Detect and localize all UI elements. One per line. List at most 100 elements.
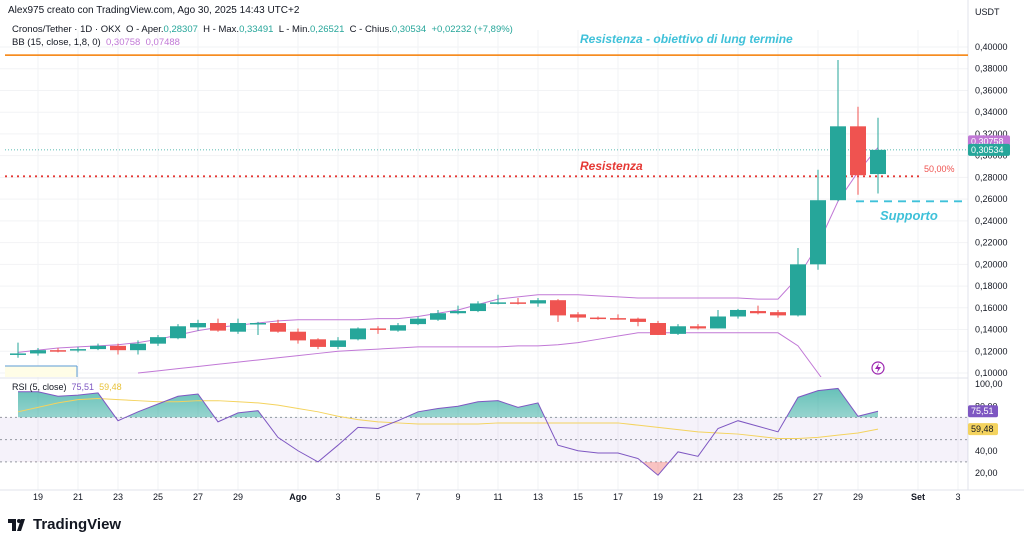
candle <box>350 327 366 341</box>
time-tick-label: 7 <box>415 492 420 502</box>
time-tick-label: Set <box>911 492 925 502</box>
tradingview-logo[interactable]: TradingView <box>8 516 121 533</box>
candle-body <box>730 309 746 317</box>
candle-body <box>310 339 326 347</box>
price-tick-label: 0,22000 <box>975 238 1008 248</box>
candle-body <box>130 343 146 351</box>
candle <box>410 316 426 326</box>
price-tick-label: 0,10000 <box>975 368 1008 378</box>
rsi-legend: RSI (5, close) 75,51 59,48 <box>12 382 122 392</box>
time-tick-label: 3 <box>955 492 960 502</box>
price-tick-label: 0,26000 <box>975 194 1008 204</box>
time-tick-label: 17 <box>613 492 623 502</box>
time-tick-label: 19 <box>33 492 43 502</box>
candle-body <box>550 300 566 316</box>
lightning-icon-glyph <box>875 363 881 373</box>
candle <box>490 294 506 305</box>
rsi-ma-value: 59,48 <box>99 382 122 392</box>
support-label: Supporto <box>880 208 938 223</box>
time-tick-label: 9 <box>455 492 460 502</box>
candle <box>10 342 26 358</box>
candle-body <box>70 349 86 351</box>
rsi-value-tag-text: 75,51 <box>971 406 994 416</box>
candle-body <box>870 149 886 175</box>
bb-lower-value: 0,07488 <box>145 37 180 48</box>
candle <box>170 324 186 340</box>
candle-body <box>190 323 206 328</box>
time-tick-label: 23 <box>733 492 743 502</box>
candle-body <box>530 300 546 304</box>
candle <box>450 305 466 315</box>
candle <box>330 337 346 350</box>
candle-body <box>110 345 126 351</box>
candle <box>210 318 226 332</box>
change-value: +0,02232 (+7,89%) <box>431 24 513 35</box>
candle-body <box>450 311 466 314</box>
candle <box>690 324 706 330</box>
candle <box>430 309 446 321</box>
candle-body <box>430 313 446 320</box>
rsi-tick-label: 100,00 <box>975 379 1003 389</box>
time-tick-label: 23 <box>113 492 123 502</box>
candle-body <box>410 318 426 325</box>
chart-header: Alex975 creato con TradingView.com, Ago … <box>8 5 300 16</box>
time-tick-label: 25 <box>773 492 783 502</box>
candle-body <box>470 303 486 312</box>
candle-body <box>710 316 726 329</box>
candle-body <box>390 325 406 331</box>
candle-body <box>270 323 286 332</box>
candle <box>730 308 746 319</box>
rsi-label[interactable]: RSI (5, close) <box>12 382 67 392</box>
rsi-tick-label: 20,00 <box>975 468 998 478</box>
candle-body <box>490 302 506 304</box>
drawing-box <box>5 366 77 377</box>
price-tick-label: 0,16000 <box>975 303 1008 313</box>
fib-level-label: 50,00% <box>924 164 955 174</box>
price-tick-label: 0,24000 <box>975 216 1008 226</box>
time-tick-label: 25 <box>153 492 163 502</box>
candle-body <box>850 126 866 176</box>
time-tick-label: 21 <box>73 492 83 502</box>
time-tick-label: 5 <box>375 492 380 502</box>
symbol-name[interactable]: Cronos/Tether · 1D · OKX <box>12 24 121 35</box>
candle <box>850 106 866 195</box>
candle <box>630 317 646 327</box>
candle <box>130 340 146 355</box>
time-tick-label: 27 <box>813 492 823 502</box>
price-tick-label: 0,36000 <box>975 85 1008 95</box>
candle <box>570 312 586 322</box>
time-tick-label: 15 <box>573 492 583 502</box>
time-tick-label: Ago <box>289 492 307 502</box>
price-tick-label: 0,14000 <box>975 325 1008 335</box>
candle <box>90 343 106 351</box>
candle-body <box>330 340 346 347</box>
candle <box>670 324 686 335</box>
time-tick-label: 29 <box>233 492 243 502</box>
candle <box>510 298 526 305</box>
candle-body <box>290 331 306 341</box>
candle <box>870 117 886 194</box>
bb-label[interactable]: BB (15, close, 1,8, 0) <box>12 37 101 48</box>
candle-body <box>30 350 46 354</box>
tradingview-logo-text: TradingView <box>33 516 122 533</box>
bb-upper-value: 0,30758 <box>106 37 141 48</box>
high-label: H - Max. <box>203 24 240 35</box>
candle <box>550 299 566 322</box>
bb-lower-line <box>137 332 822 377</box>
candle-body <box>50 350 66 352</box>
price-tick-label: 0,18000 <box>975 281 1008 291</box>
candle-body <box>90 345 106 350</box>
close-value: 0,30534 <box>391 24 427 35</box>
low-label: L - Min. <box>278 24 311 35</box>
candle-body <box>510 302 526 304</box>
low-value: 0,26521 <box>310 24 345 35</box>
candle-body <box>350 328 366 340</box>
chart-canvas[interactable]: USDT0,400000,380000,360000,340000,320000… <box>0 0 1024 546</box>
long-term-resistance-label: Resistenza - obiettivo di lung termine <box>580 32 793 46</box>
candle-body <box>650 323 666 335</box>
candle <box>650 320 666 335</box>
time-tick-label: 21 <box>693 492 703 502</box>
close-label: C - Chius. <box>349 24 392 35</box>
price-tick-label: 0,28000 <box>975 172 1008 182</box>
candle <box>810 169 826 270</box>
